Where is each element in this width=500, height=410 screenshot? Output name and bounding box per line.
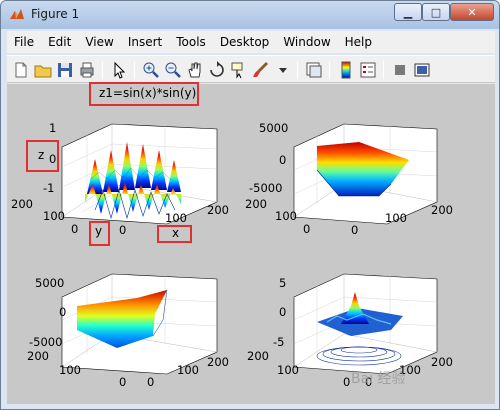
- open-file-icon[interactable]: [33, 60, 53, 80]
- y-axis-label: y: [95, 224, 103, 238]
- menu-bar: File Edit View Insert Tools Desktop Wind…: [7, 31, 495, 53]
- watermark: Bai 经验: [351, 371, 406, 387]
- subplot-bottom-left[interactable]: 5000 0 -5000 200 100 0 0 100 200: [27, 273, 229, 389]
- show-plot-tools-icon[interactable]: [412, 60, 432, 80]
- toolbar-separator: [134, 61, 135, 79]
- z-tick: 1: [49, 121, 56, 135]
- toolbar-separator: [297, 61, 298, 79]
- z-tick: 5000: [35, 276, 64, 290]
- y-tick: 100: [59, 363, 81, 377]
- x-tick: 100: [385, 211, 407, 225]
- subplots-canvas: 1 0 -1 200 100 0 0 100 200 5000 0 -5000: [11, 121, 453, 389]
- hide-plot-tools-icon[interactable]: [390, 60, 410, 80]
- y-tick: 100: [43, 209, 65, 223]
- menu-edit[interactable]: Edit: [41, 31, 78, 53]
- close-button[interactable]: ✕: [450, 3, 494, 21]
- link-plot-icon[interactable]: [304, 60, 324, 80]
- subplot-bottom-right[interactable]: 5 0 -5 200 100 0 0 100 200: [247, 273, 453, 389]
- y-tick: 0: [119, 375, 126, 389]
- print-icon[interactable]: [77, 60, 97, 80]
- y-tick: 200: [27, 349, 49, 363]
- rotate-3d-icon[interactable]: [207, 60, 227, 80]
- subplot-top-left[interactable]: 1 0 -1 200 100 0 0 100 200: [11, 121, 229, 237]
- toolbar-separator: [383, 61, 384, 79]
- menu-desktop[interactable]: Desktop: [213, 31, 277, 53]
- menu-window[interactable]: Window: [276, 31, 337, 53]
- z-tick: 0: [59, 305, 66, 319]
- z-tick: 0: [279, 305, 286, 319]
- z-tick: 5000: [259, 121, 288, 135]
- y-tick: 0: [303, 222, 310, 236]
- toolbar-separator: [329, 61, 330, 79]
- subplot-top-right[interactable]: 5000 0 -5000 200 100 0 0 100 200: [245, 121, 453, 237]
- y-tick: 200: [11, 197, 33, 211]
- save-icon[interactable]: [55, 60, 75, 80]
- x-tick: 200: [431, 203, 453, 217]
- data-cursor-icon[interactable]: [229, 60, 249, 80]
- menu-insert[interactable]: Insert: [121, 31, 169, 53]
- pan-icon[interactable]: [185, 60, 205, 80]
- legend-icon[interactable]: [358, 60, 378, 80]
- y-tick: 200: [245, 197, 267, 211]
- maximize-button[interactable]: □: [422, 3, 450, 21]
- zoom-out-icon[interactable]: [163, 60, 183, 80]
- menu-tools[interactable]: Tools: [169, 31, 213, 53]
- x-tick: 0: [119, 223, 126, 237]
- x-tick: 100: [177, 363, 199, 377]
- matlab-icon: [10, 9, 24, 19]
- edit-plot-icon[interactable]: [109, 60, 129, 80]
- plot-title: z1=sin(x)*sin(y): [99, 86, 197, 100]
- z-tick: 5: [279, 276, 286, 290]
- z-tick: -5: [273, 335, 284, 349]
- z-tick: -5000: [29, 335, 62, 349]
- figure-canvas[interactable]: 1 0 -1 200 100 0 0 100 200 5000 0 -5000: [7, 82, 495, 404]
- z-tick: -1: [43, 181, 54, 195]
- zoom-in-icon[interactable]: [141, 60, 161, 80]
- y-tick: 100: [277, 363, 299, 377]
- y-tick: 100: [275, 209, 297, 223]
- toolbar-separator: [102, 61, 103, 79]
- brush-dropdown-icon[interactable]: [273, 60, 293, 80]
- z-axis-label: z: [38, 148, 45, 162]
- title-bar[interactable]: Figure 1 ▁ □ ✕: [1, 1, 499, 29]
- x-tick: 200: [207, 355, 229, 369]
- y-tick: 0: [71, 222, 78, 236]
- x-tick: 0: [351, 223, 358, 237]
- figure-toolbar: [7, 55, 495, 83]
- new-figure-icon[interactable]: [11, 60, 31, 80]
- menu-file[interactable]: File: [7, 31, 41, 53]
- z-tick: -5000: [249, 181, 282, 195]
- x-tick: 0: [147, 375, 154, 389]
- brush-icon[interactable]: [251, 60, 271, 80]
- y-tick: 200: [247, 349, 269, 363]
- figure-window: Figure 1 ▁ □ ✕ File Edit View Insert Too…: [0, 0, 500, 410]
- y-tick: 0: [343, 375, 350, 389]
- x-tick: 200: [431, 355, 453, 369]
- x-tick: 200: [207, 203, 229, 217]
- colorbar-icon[interactable]: [336, 60, 356, 80]
- window-title: Figure 1: [31, 7, 80, 21]
- x-axis-label: x: [172, 226, 180, 240]
- minimize-button[interactable]: ▁: [394, 3, 422, 21]
- menu-view[interactable]: View: [78, 31, 120, 53]
- menu-help[interactable]: Help: [338, 31, 379, 53]
- x-tick: 100: [165, 211, 187, 225]
- z-tick: 0: [279, 153, 286, 167]
